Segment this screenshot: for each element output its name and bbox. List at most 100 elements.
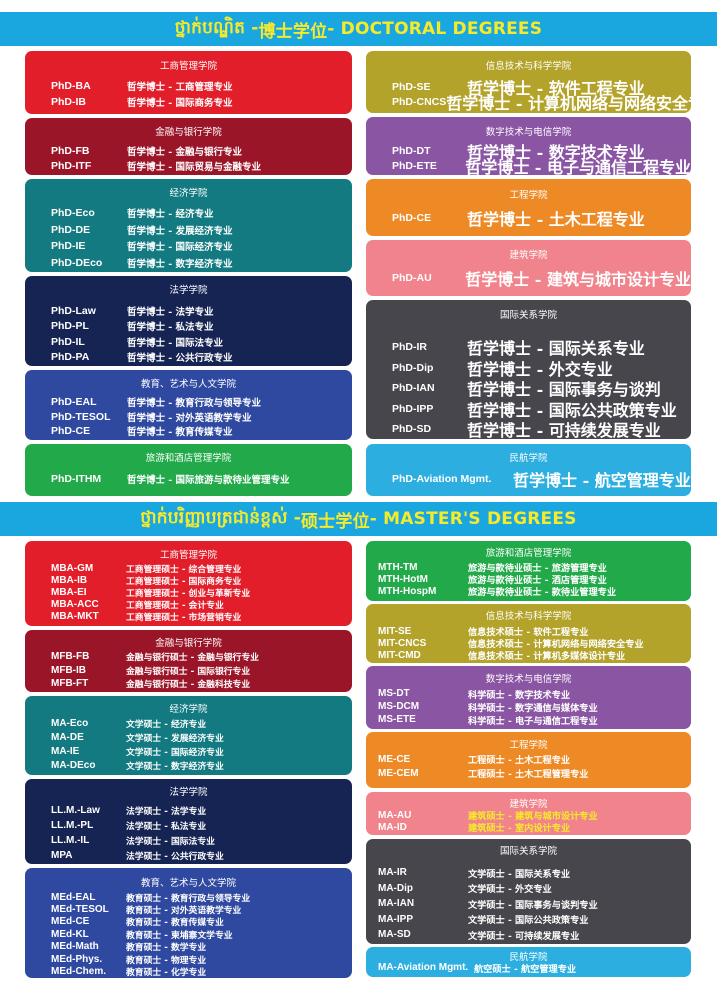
- program-description: 工商管理硕士 - 市场营销专业: [126, 613, 242, 624]
- program-code: MFB-FT: [51, 678, 89, 690]
- faculty-title: 旅游和酒店管理学院: [145, 453, 232, 464]
- faculty-title: 信息技术与科学学院: [485, 611, 572, 622]
- program-description: 信息技术硕士 - 计算机多媒体设计专业: [468, 651, 626, 662]
- program-code: MA-SD: [378, 929, 411, 941]
- program-description: 教育硕士 - 教育传媒专业: [126, 918, 224, 929]
- faculty-title: 法学学院: [169, 285, 208, 296]
- program-description: 教育硕士 - 教育行政与领导专业: [126, 893, 251, 904]
- program-description: 文学硕士 - 发展经济专业: [126, 733, 224, 744]
- doctoral-left-card-3: 法学学院 PhD-Law 哲学博士 - 法学专业 PhD-PL 哲学博士 - 私法专业 P…: [25, 276, 352, 366]
- program-list: MBA-GM 工商管理硕士 - 综合管理专业 MBA-IB 工商管理硕士 - 国际商务…: [25, 562, 352, 624]
- program-code: MEd-Phys.: [51, 953, 103, 965]
- program-list: PhD-DT 哲学博士 - 数字技术专业 PhD-ETE 哲学博士 - 电子与通信工程…: [366, 143, 691, 176]
- program-row-med-kl: MEd-KL 教育硕士 - 柬埔寨文学专业: [25, 928, 352, 941]
- program-list: MA-IR 文学硕士 - 国际关系专业 MA-Dip 文学硕士 - 外交专业 MA-IA…: [366, 865, 691, 943]
- program-code: PhD-ETE: [392, 159, 437, 172]
- program-description: 文学硕士 - 国际关系专业: [468, 868, 571, 880]
- doctoral-banner-en: - DOCTORAL DEGREES: [327, 19, 543, 39]
- program-code: PhD-Dip: [392, 361, 434, 374]
- program-code: PhD-DT: [392, 144, 431, 157]
- faculty-title: 金融与银行学院: [155, 127, 222, 138]
- program-list: PhD-ITHM 哲学博士 - 国际旅游与款待业管理专业: [25, 471, 352, 486]
- program-row-mba-acc: MBA-ACC 工商管理硕士 - 会计专业: [25, 599, 352, 611]
- program-list: PhD-Eco 哲学博士 - 经济专业 PhD-DE 哲学博士 - 发展经济专业 PhD…: [25, 205, 352, 271]
- program-description: 文学硕士 - 国际经济专业: [126, 747, 224, 758]
- program-description: 哲学博士 - 金融与银行专业: [127, 146, 243, 158]
- program-code: PhD-AU: [392, 271, 432, 284]
- program-description: 文学硕士 - 可持续发展专业: [468, 930, 580, 942]
- program-row-phd-eal: PhD-EAL 哲学博士 - 教育行政与领导专业: [25, 395, 352, 410]
- program-description: 哲学博士 - 国际经济专业: [127, 242, 233, 254]
- program-code: PhD-FB: [51, 144, 90, 157]
- program-code: MBA-GM: [51, 562, 94, 574]
- program-code: MEd-TESOL: [51, 904, 109, 916]
- program-code: MA-DEco: [51, 759, 96, 771]
- doctoral-left-card-4: 教育、艺术与人文学院 PhD-EAL 哲学博士 - 教育行政与领导专业 PhD-TES…: [25, 370, 352, 440]
- program-row-phd-au: PhD-AU 哲学博士 - 建筑与城市设计专业: [366, 270, 691, 289]
- program-row-phd-deco: PhD-DEco 哲学博士 - 数字经济专业: [25, 255, 352, 272]
- program-list: ME-CE 工程硕士 - 土木工程专业 ME-CEM 工程硕士 - 土木工程管理专业: [366, 752, 691, 781]
- program-row-phd-ba: PhD-BA 哲学博士 - 工商管理专业: [25, 78, 352, 94]
- faculty-title: 教育、艺术与人文学院: [140, 379, 236, 390]
- program-description: 哲学博士 - 私法专业: [127, 322, 214, 334]
- program-row-ma-id: MA-ID 建筑硕士 - 室内设计专业: [366, 821, 691, 835]
- program-list: PhD-CE 哲学博士 - 土木工程专业: [366, 210, 691, 229]
- program-code: PhD-EAL: [51, 396, 97, 409]
- program-code: MEd-Chem.: [51, 966, 106, 978]
- master-right-card-5: 国际关系学院 MA-IR 文学硕士 - 国际关系专业 MA-Dip 文学硕士 - 外交专…: [366, 839, 691, 944]
- program-row-mba-mkt: MBA-MKT 工商管理硕士 - 市场营销专业: [25, 611, 352, 623]
- program-list: MA-Aviation Mgmt. 航空硕士 - 航空管理专业: [366, 961, 691, 975]
- program-row-med-eal: MEd-EAL 教育硕士 - 教育行政与领导专业: [25, 891, 352, 904]
- program-description: 哲学博士 - 发展经济专业: [127, 225, 233, 237]
- doctoral-right-card-3: 建筑学院 PhD-AU 哲学博士 - 建筑与城市设计专业: [366, 240, 691, 296]
- program-description: 哲学博士 - 电子与通信工程专业: [465, 157, 691, 176]
- program-row-phd-ipp: PhD-IPP 哲学博士 - 国际公共政策专业: [366, 399, 691, 420]
- program-code: PhD-TESOL: [51, 410, 111, 423]
- faculty-title: 国际关系学院: [499, 846, 557, 857]
- program-code: MEd-EAL: [51, 891, 96, 903]
- program-description: 哲学博士 - 土木工程专业: [467, 209, 645, 229]
- program-description: 科学硕士 - 电子与通信工程专业: [468, 715, 598, 727]
- program-row-phd-tesol: PhD-TESOL 哲学博士 - 对外英语教学专业: [25, 410, 352, 425]
- faculty-title: 工商管理学院: [159, 550, 217, 561]
- program-code: MS-ETE: [378, 714, 416, 725]
- program-code: PhD-Aviation Mgmt.: [392, 472, 492, 485]
- master-right-card-3: 工程学院 ME-CE 工程硕士 - 土木工程专业 ME-CEM 工程硕士 - 土木工程管…: [366, 732, 691, 788]
- program-row-mba-ib: MBA-IB 工商管理硕士 - 国际商务专业: [25, 574, 352, 587]
- program-code: PhD-DEco: [51, 256, 103, 269]
- master-right-card-4: 建筑学院 MA-AU 建筑硕士 - 建筑与城市设计专业 MA-ID 建筑硕士 - 室内设…: [366, 792, 691, 835]
- program-list: PhD-Aviation Mgmt. 哲学博士 - 航空管理专业: [366, 471, 691, 490]
- master-banner: ថ្នាក់បរិញ្ញាបត្រជាន់ខ្ពស់ - 硕士学位 - MAST…: [0, 502, 717, 536]
- program-row-mba-gm: MBA-GM 工商管理硕士 - 综合管理专业: [25, 562, 352, 575]
- program-row-ll-m-law: LL.M.-Law 法学硕士 - 法学专业: [25, 803, 352, 818]
- program-row-phd-ib: PhD-IB 哲学博士 - 国际商务专业: [25, 94, 352, 110]
- program-row-med-phys: MEd-Phys. 教育硕士 - 物理专业: [25, 953, 352, 966]
- program-code: PhD-IE: [51, 240, 86, 253]
- program-description: 哲学博士 - 工商管理专业: [127, 82, 233, 93]
- program-row-ms-ete: MS-ETE 科学硕士 - 电子与通信工程专业: [366, 713, 691, 727]
- master-right-card-1: 信息技术与科学学院 MIT-SE 信息技术硕士 - 软件工程专业 MIT-CNCS 信息…: [366, 604, 691, 663]
- program-row-phd-pl: PhD-PL 哲学博士 - 私法专业: [25, 319, 352, 335]
- faculty-title: 民航学院: [509, 453, 548, 464]
- program-row-med-tesol: MEd-TESOL 教育硕士 - 对外英语教学专业: [25, 903, 352, 916]
- doctoral-right-card-4: 国际关系学院 PhD-IR 哲学博士 - 国际关系专业 PhD-Dip 哲学博士 - 外…: [366, 300, 691, 439]
- program-code: MA-IE: [51, 745, 80, 757]
- master-left-card-1: 金融与银行学院 MFB-FB 金融与银行硕士 - 金融与银行专业 MFB-IB 金融与银…: [25, 630, 352, 692]
- program-description: 文学硕士 - 外交专业: [468, 884, 552, 896]
- program-description: 哲学博士 - 国际法专业: [127, 337, 224, 349]
- program-description: 工商管理硕士 - 综合管理专业: [126, 564, 242, 575]
- program-code: MA-Eco: [51, 717, 89, 729]
- program-row-mfb-fb: MFB-FB 金融与银行硕士 - 金融与银行专业: [25, 650, 352, 664]
- program-list: MEd-EAL 教育硕士 - 教育行政与领导专业 MEd-TESOL 教育硕士 - 对…: [25, 891, 352, 978]
- faculty-title: 工程学院: [509, 190, 548, 201]
- faculty-title: 经济学院: [169, 704, 208, 715]
- program-description: 教育硕士 - 化学专业: [126, 968, 207, 978]
- program-code: MA-ID: [378, 821, 407, 833]
- program-code: PhD-IAN: [392, 382, 435, 395]
- program-row-mth-hospm: MTH-HospM 旅游与款待业硕士 - 款待业管理专业: [366, 585, 691, 599]
- program-description: 法学硕士 - 法学专业: [126, 807, 207, 817]
- faculty-title: 法学学院: [169, 787, 208, 798]
- faculty-title: 信息技术与科学学院: [485, 61, 572, 72]
- program-description: 教育硕士 - 物理专业: [126, 955, 207, 966]
- program-list: PhD-IR 哲学博士 - 国际关系专业 PhD-Dip 哲学博士 - 外交专业 PhD…: [366, 337, 691, 439]
